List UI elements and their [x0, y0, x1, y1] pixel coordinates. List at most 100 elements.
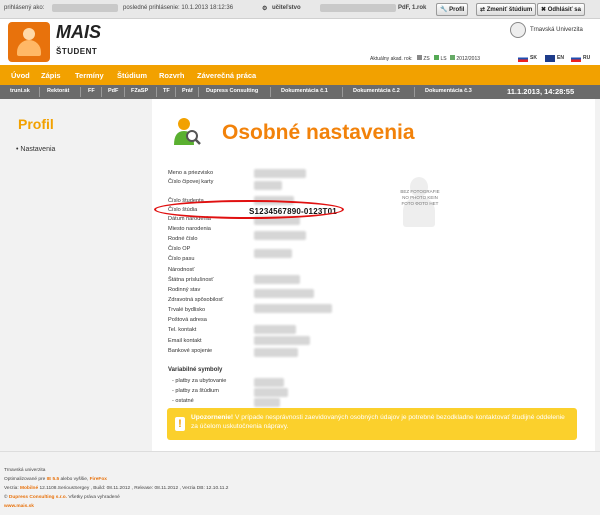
akad-label: Aktuálny akad. rok:: [370, 56, 413, 62]
footer-optimized: Optimalizované pre IE 5.5 alebo vyššie, …: [4, 477, 107, 482]
link-truni[interactable]: truni.sk: [10, 88, 30, 94]
field-label: Číslo čipovej karty: [168, 179, 214, 185]
value-redacted: [254, 378, 284, 387]
link-tf[interactable]: TF: [163, 88, 170, 94]
header: MAIS ŠTUDENT Trnavská Univerzita Aktuáln…: [0, 19, 600, 65]
footer-copyright: © Dupress Consulting s.r.o. Všetky práva…: [4, 495, 120, 500]
lang-ru[interactable]: RU: [583, 55, 590, 61]
highlight-oval: [154, 200, 344, 219]
no-photo-text: BEZ FOTOGRAFIE NO PHOTO KEIN FOTO ФОТО Н…: [400, 189, 440, 206]
field-label: Číslo OP: [168, 246, 191, 252]
firefox-link[interactable]: FireFox: [90, 477, 107, 482]
role-label: učiteľstvo: [272, 5, 301, 11]
ls-label[interactable]: LS: [440, 56, 446, 62]
lang-en[interactable]: EN: [557, 55, 564, 61]
field-label: Tel. kontakt: [168, 327, 197, 333]
app-subtitle: ŠTUDENT: [56, 47, 98, 56]
login-label: prihlásený ako:: [4, 5, 45, 11]
field-label: Rodné číslo: [168, 236, 198, 242]
link-pdf[interactable]: PdF: [108, 88, 118, 94]
academic-year: Aktuálny akad. rok: ZS LS 2012/2013: [370, 55, 480, 62]
main-content: Osobné nastavenia Meno a priezvisko Čísl…: [152, 99, 595, 451]
menu-rozvrh[interactable]: Rozvrh: [159, 71, 184, 80]
footer-text: 12.1108.SeriousSergey , Build: 08.11.201…: [38, 486, 229, 491]
field-label: Meno a priezvisko: [168, 170, 214, 176]
value-redacted: [254, 398, 280, 407]
field-label: Národnosť: [168, 267, 195, 273]
warning-text: Upozornenie! V prípade nesprávnosti zaev…: [191, 413, 571, 431]
mais-logo-icon[interactable]: [8, 22, 50, 62]
mobile-link[interactable]: Mobilné: [20, 486, 38, 491]
sidebar-item-nastavenia[interactable]: • Nastavenia: [16, 146, 55, 153]
menu-uvod[interactable]: Úvod: [11, 71, 30, 80]
program-label: PdF, 1.rok: [398, 5, 427, 11]
menu-zapis[interactable]: Zápis: [41, 71, 61, 80]
no-photo-placeholder: BEZ FOTOGRAFIE NO PHOTO KEIN FOTO ФОТО Н…: [400, 159, 440, 239]
var-field-label: - platby za ubytovanie: [172, 378, 227, 384]
footer-text: Verzia:: [4, 486, 20, 491]
var-field-label: - ostatné: [172, 398, 194, 404]
warning-icon: !: [175, 417, 185, 431]
value-redacted: [254, 181, 282, 190]
logout-icon: ✖: [541, 7, 548, 13]
field-label: Zdravotná spôsobilosť: [168, 297, 224, 303]
value-redacted: [254, 169, 306, 178]
value-redacted: [254, 249, 292, 258]
footer: Trnavská univerzita Optimalizované pre I…: [0, 451, 600, 515]
var-field-label: - platby za štúdium: [172, 388, 219, 394]
swap-icon: ⇄: [480, 7, 487, 13]
field-label: Trvalé bydlisko: [168, 307, 206, 313]
link-dok1[interactable]: Dokumentácia č.1: [281, 88, 328, 94]
logout-button[interactable]: ✖ Odhlásiť sa: [537, 3, 585, 16]
separator: [39, 87, 40, 97]
profile-button[interactable]: 🔧 Profil: [436, 3, 469, 16]
main-menu: Úvod Zápis Termíny Štúdium Rozvrh Závere…: [0, 65, 600, 85]
separator: [156, 87, 157, 97]
link-praf[interactable]: Práf: [182, 88, 193, 94]
variable-symbols-title: Variabilné symboly: [168, 367, 223, 373]
menu-terminy[interactable]: Termíny: [75, 71, 104, 80]
site-link[interactable]: www.mais.sk: [4, 504, 34, 509]
zs-label[interactable]: ZS: [423, 56, 429, 62]
link-ff[interactable]: FF: [88, 88, 95, 94]
menu-zaverecna-praca[interactable]: Záverečná práca: [197, 71, 256, 80]
link-bar: truni.sk Rektorát FF PdF FZaSP TF Práf D…: [0, 85, 600, 99]
dupress-link[interactable]: Dupress Consulting s.r.o.: [9, 495, 67, 500]
sidebar-title: Profil: [18, 116, 54, 132]
link-dok2[interactable]: Dokumentácia č.2: [353, 88, 400, 94]
flag-sk-icon[interactable]: [518, 55, 528, 62]
value-redacted: [254, 231, 306, 240]
lang-sk[interactable]: SK: [530, 55, 537, 61]
value-redacted: [254, 275, 300, 284]
flag-ru-icon[interactable]: [571, 55, 581, 62]
separator: [124, 87, 125, 97]
separator: [270, 87, 271, 97]
footer-text: Všetky práva vyhradené: [66, 495, 120, 500]
field-label: Poštová adresa: [168, 317, 207, 323]
link-dok3[interactable]: Dokumentácia č.3: [425, 88, 472, 94]
field-label: Bankové spojenie: [168, 348, 213, 354]
university-seal-icon: [510, 22, 526, 38]
footer-text: Optimalizované pre: [4, 477, 47, 482]
menu-studium[interactable]: Štúdium: [117, 71, 147, 80]
year-label: 2012/2013: [456, 56, 481, 62]
warning-strong: Upozornenie!: [191, 414, 234, 421]
link-fzasp[interactable]: FZaSP: [131, 88, 148, 94]
field-label: Rodinný stav: [168, 287, 201, 293]
flag-en-icon[interactable]: [545, 55, 555, 62]
field-label: Email kontakt: [168, 338, 202, 344]
change-study-button[interactable]: ⇄ Zmeniť štúdium: [476, 3, 537, 16]
calendar-icon: [450, 55, 455, 60]
footer-university: Trnavská univerzita: [4, 468, 46, 473]
datetime: 11.1.2013, 14:28:55: [507, 87, 575, 96]
value-redacted: [254, 289, 314, 298]
warning-body: V prípade nesprávnosti zaevidovaných oso…: [191, 414, 565, 430]
page-title: Osobné nastavenia: [222, 121, 415, 144]
teacher-icon: ⚙: [262, 6, 268, 12]
link-rektorat[interactable]: Rektorát: [47, 88, 69, 94]
link-dupress[interactable]: Dupress Consulting: [206, 88, 258, 94]
separator: [175, 87, 176, 97]
ie-link[interactable]: IE 5.5: [47, 477, 60, 482]
value-redacted: [254, 388, 288, 397]
separator: [101, 87, 102, 97]
